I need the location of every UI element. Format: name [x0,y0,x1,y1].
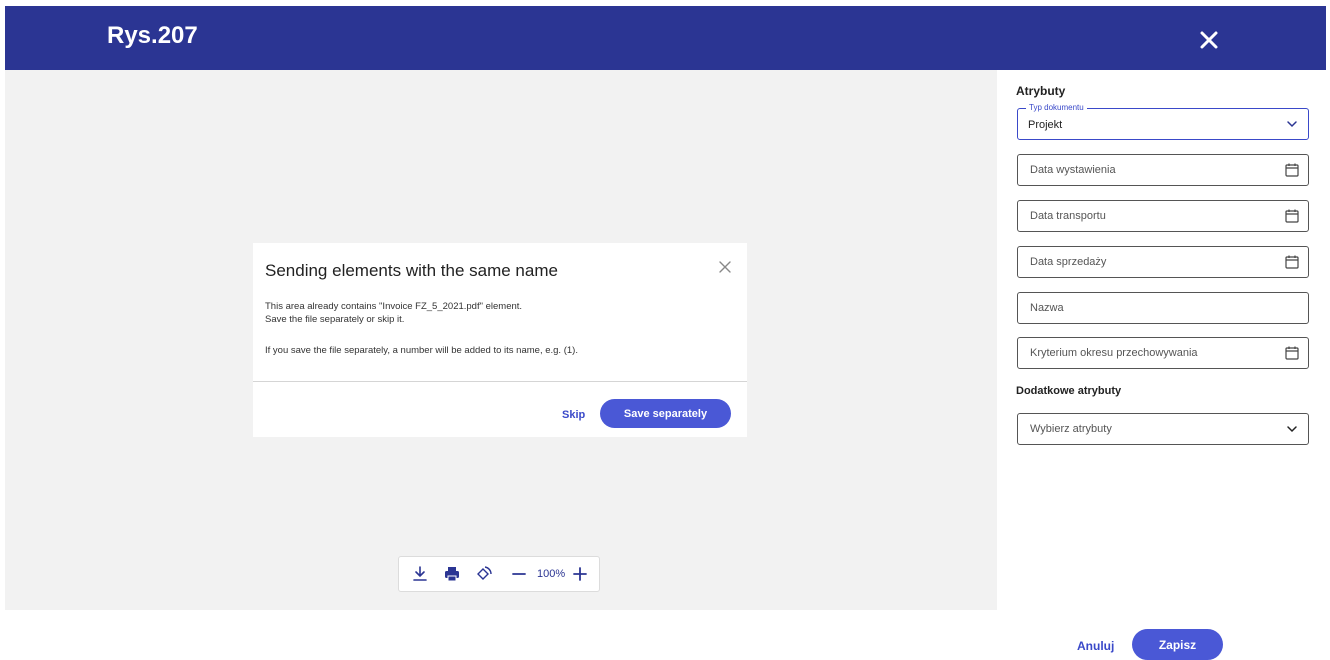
header-bar: Rys.207 [5,6,1326,70]
print-icon[interactable] [443,565,461,583]
sale-date-field[interactable]: Data sprzedaży [1017,246,1309,278]
close-icon[interactable] [1193,24,1225,56]
dialog-message-1: This area already contains "Invoice FZ_5… [265,301,523,312]
zoom-in-icon[interactable] [571,565,589,583]
calendar-icon[interactable] [1284,208,1300,224]
doc-type-label: Typ dokumentu [1026,103,1087,112]
transport-date-field[interactable]: Data transportu [1017,200,1309,232]
additional-attributes-select[interactable]: Wybierz atrybuty [1017,413,1309,445]
doc-type-select[interactable]: Typ dokumentu Projekt [1017,103,1309,140]
additional-attributes-title: Dodatkowe atrybuty [1016,385,1122,397]
dialog-close-icon[interactable] [717,259,733,275]
zoom-out-icon[interactable] [510,565,528,583]
save-button[interactable]: Zapisz [1132,629,1223,660]
name-field[interactable]: Nazwa [1017,292,1309,324]
name-placeholder: Nazwa [1030,302,1064,314]
skip-button[interactable]: Skip [562,409,585,421]
attributes-title: Atrybuty [1016,84,1066,98]
transport-date-placeholder: Data transportu [1030,210,1106,222]
additional-attributes-placeholder: Wybierz atrybuty [1030,423,1112,435]
retention-placeholder: Kryterium okresu przechowywania [1030,347,1198,359]
dialog-message-3: If you save the file separately, a numbe… [265,345,578,356]
chevron-down-icon [1287,426,1297,433]
calendar-icon[interactable] [1284,162,1300,178]
dialog-divider [253,381,747,382]
viewer-toolbar: 100% [398,556,600,592]
sale-date-placeholder: Data sprzedaży [1030,256,1107,268]
dialog-message-2: Save the file separately or skip it. [265,314,405,325]
download-icon[interactable] [411,565,429,583]
chevron-down-icon [1287,121,1297,128]
footer-bar [0,610,1330,659]
save-separately-button[interactable]: Save separately [600,399,731,428]
issue-date-field[interactable]: Data wystawienia [1017,154,1309,186]
calendar-icon[interactable] [1284,254,1300,270]
rotate-icon[interactable] [475,565,493,583]
dialog-title: Sending elements with the same name [265,261,558,280]
page-title: Rys.207 [107,22,198,49]
calendar-icon[interactable] [1284,345,1300,361]
retention-field[interactable]: Kryterium okresu przechowywania [1017,337,1309,369]
duplicate-name-dialog: Sending elements with the same name This… [253,243,747,437]
issue-date-placeholder: Data wystawienia [1030,164,1116,176]
zoom-level: 100% [537,568,566,580]
attributes-panel: Atrybuty Typ dokumentu Projekt Data wyst… [997,70,1326,610]
cancel-button[interactable]: Anuluj [1077,639,1114,653]
doc-type-value: Projekt [1028,119,1063,131]
